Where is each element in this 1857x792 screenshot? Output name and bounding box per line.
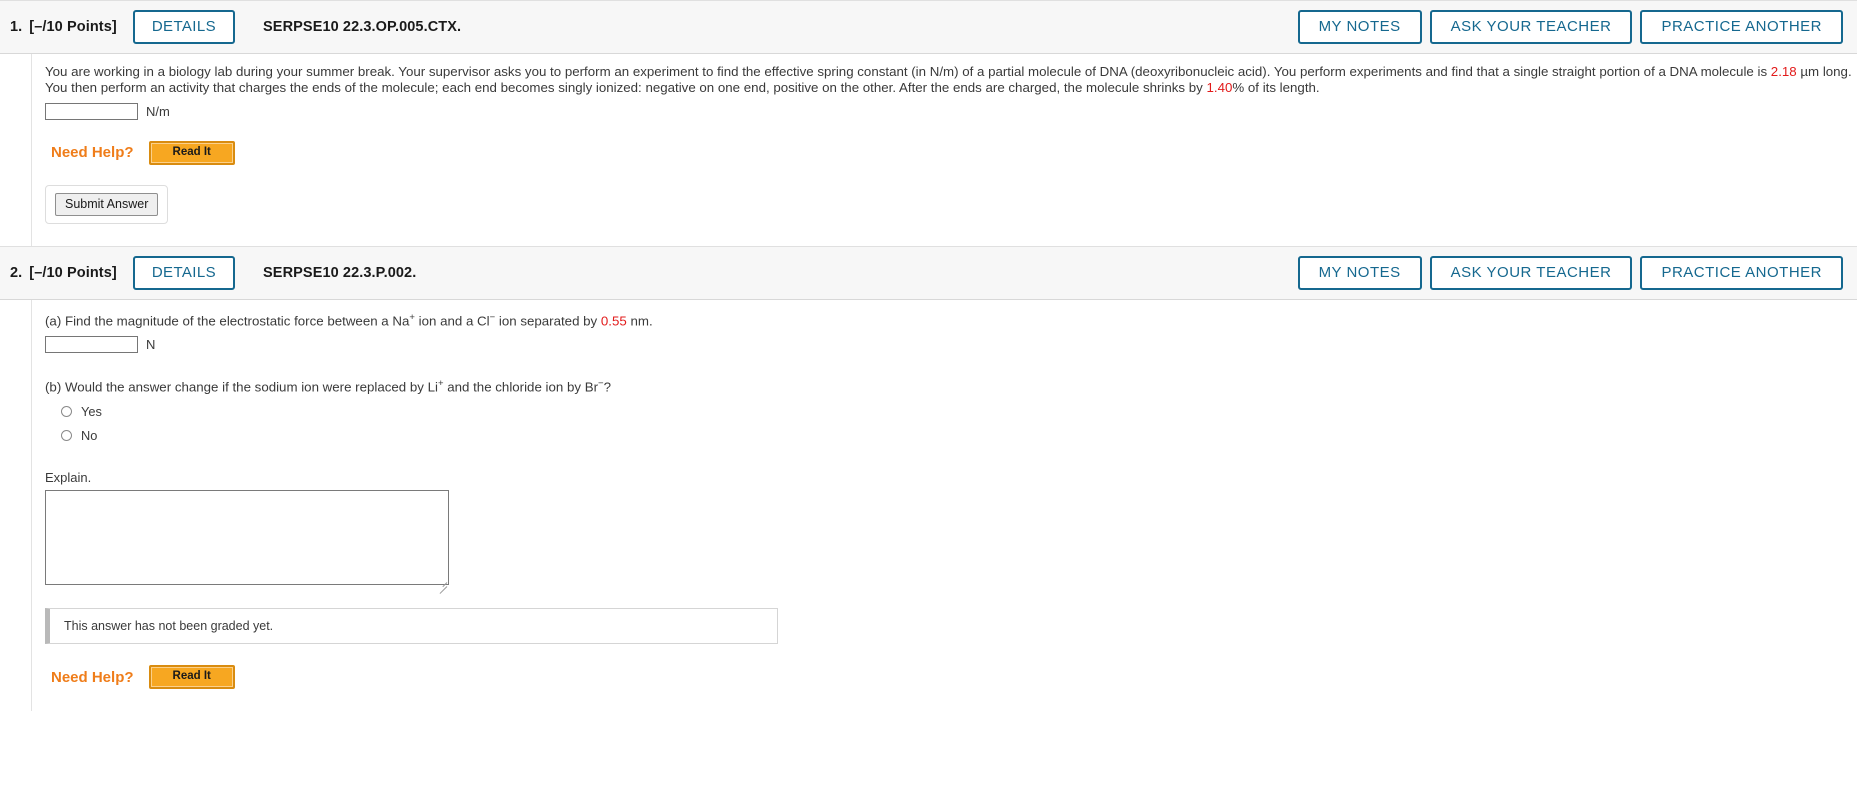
- need-help-label-2: Need Help?: [51, 668, 134, 686]
- radio-button-yes-icon[interactable]: [61, 406, 72, 418]
- radio-button-no-icon[interactable]: [61, 430, 72, 442]
- prompt-value-length: 2.18: [1770, 64, 1797, 79]
- part-b-segment-2: and the chloride ion by Br: [443, 379, 599, 395]
- question-1-code: SERPSE10 22.3.OP.005.CTX.: [263, 19, 462, 35]
- radio-option-yes[interactable]: Yes: [61, 404, 1857, 419]
- part-a-segment-2: ion and a Cl: [414, 313, 490, 329]
- answer-input-2a[interactable]: [45, 336, 138, 354]
- answer-unit-1: N/m: [146, 104, 170, 119]
- part-a-segment-3: ion separated by: [495, 313, 601, 329]
- question-2-code: SERPSE10 22.3.P.002.: [263, 264, 417, 281]
- question-2-spacer: [45, 689, 1857, 711]
- question-1-body: You are working in a biology lab during …: [31, 54, 1857, 246]
- my-notes-button-1[interactable]: MY NOTES: [1297, 10, 1422, 44]
- prompt-segment-1: You are working in a biology lab during …: [45, 64, 1771, 79]
- explain-wrap: [45, 485, 449, 595]
- need-help-label-1: Need Help?: [51, 144, 134, 162]
- question-2-part-a: (a) Find the magnitude of the electrosta…: [45, 310, 1857, 354]
- question-1-answer-row: N/m: [45, 103, 1857, 120]
- read-it-button-1[interactable]: Read It: [148, 141, 235, 165]
- question-1-prompt: You are working in a biology lab during …: [45, 64, 1857, 96]
- part-a-segment-1: (a) Find the magnitude of the electrosta…: [45, 313, 410, 329]
- practice-another-button-2[interactable]: PRACTICE ANOTHER: [1640, 255, 1843, 290]
- radio-label-no: No: [81, 428, 98, 444]
- read-it-button-2[interactable]: Read It: [148, 665, 235, 690]
- question-2-part-b: (b) Would the answer change if the sodiu…: [45, 376, 1857, 443]
- question-2-number: 2.: [10, 264, 23, 281]
- prompt-value-shrink: 1.40: [1206, 80, 1233, 95]
- explain-label: Explain.: [45, 470, 92, 486]
- question-2-header: 2. [–/10 Points] DETAILS SERPSE10 22.3.P…: [0, 245, 1857, 300]
- ask-your-teacher-button-2[interactable]: ASK YOUR TEACHER: [1429, 255, 1633, 290]
- part-a-answer-row: N: [45, 336, 1857, 354]
- explain-textarea[interactable]: [45, 490, 449, 586]
- not-graded-notice: This answer has not been graded yet.: [45, 608, 778, 645]
- submit-wrap-1: Submit Answer: [45, 184, 169, 224]
- question-2-body: (a) Find the magnitude of the electrosta…: [31, 299, 1857, 712]
- ask-your-teacher-button-1[interactable]: ASK YOUR TEACHER: [1429, 10, 1633, 44]
- question-1-spacer: [45, 224, 1857, 246]
- question-1-actions: MY NOTES ASK YOUR TEACHER PRACTICE ANOTH…: [1297, 10, 1843, 44]
- not-graded-text: This answer has not been graded yet.: [64, 619, 274, 634]
- part-a-segment-4: nm.: [626, 313, 653, 329]
- practice-another-button-1[interactable]: PRACTICE ANOTHER: [1640, 10, 1843, 44]
- answer-unit-2a: N: [146, 337, 156, 353]
- radio-label-yes: Yes: [81, 404, 102, 420]
- need-help-2: Need Help? Read It: [51, 665, 1857, 690]
- details-button-1[interactable]: DETAILS: [132, 10, 236, 44]
- question-1-header: 1. [–/10 Points] DETAILS SERPSE10 22.3.O…: [0, 0, 1857, 54]
- question-1: 1. [–/10 Points] DETAILS SERPSE10 22.3.O…: [0, 0, 1857, 246]
- my-notes-button-2[interactable]: MY NOTES: [1297, 255, 1422, 290]
- part-b-prompt: (b) Would the answer change if the sodiu…: [45, 376, 1857, 395]
- submit-answer-button-1[interactable]: Submit Answer: [55, 192, 159, 216]
- question-1-points: [–/10 Points]: [29, 19, 117, 35]
- question-2-actions: MY NOTES ASK YOUR TEACHER PRACTICE ANOTH…: [1297, 255, 1843, 290]
- answer-input-1[interactable]: [45, 103, 138, 120]
- part-b-segment-1: (b) Would the answer change if the sodiu…: [45, 379, 438, 395]
- radio-option-no[interactable]: No: [61, 428, 1857, 443]
- part-a-prompt: (a) Find the magnitude of the electrosta…: [45, 310, 1857, 329]
- details-button-2[interactable]: DETAILS: [132, 255, 236, 290]
- question-1-number: 1.: [10, 19, 23, 35]
- part-b-segment-3: ?: [603, 379, 611, 395]
- prompt-segment-3: % of its length.: [1232, 80, 1320, 95]
- need-help-1: Need Help? Read It: [51, 141, 1857, 165]
- part-a-value-separation: 0.55: [600, 313, 627, 329]
- question-2: 2. [–/10 Points] DETAILS SERPSE10 22.3.P…: [0, 245, 1857, 712]
- question-2-points: [–/10 Points]: [29, 264, 117, 281]
